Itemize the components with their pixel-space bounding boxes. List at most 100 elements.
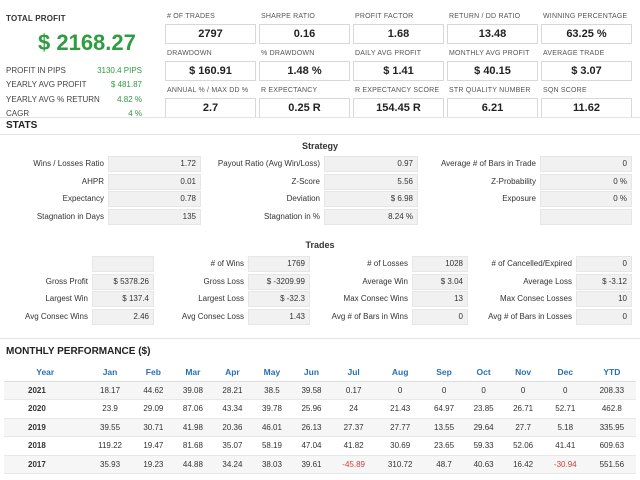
kpi-card: # OF TRADES 2797 (165, 9, 256, 44)
month-value-cell: 0 (542, 381, 588, 400)
column-header: Oct (463, 363, 504, 382)
kpi-card: MONTHLY AVG PROFIT $ 40.15 (447, 46, 538, 81)
kpi-label: MONTHLY AVG PROFIT (449, 50, 530, 57)
strategy-stat-label: Z-Probability (491, 176, 536, 186)
trades-stat-label: # of Wins (210, 259, 244, 268)
month-value-cell: 0 (376, 381, 425, 400)
profit-detail-label: PROFIT IN PIPS (6, 65, 66, 75)
month-value-cell: 462.8 (587, 399, 636, 419)
kpi-label: % DRAWDOWN (261, 50, 315, 57)
kpi-label: WINNING PERCENTAGE (543, 13, 628, 20)
strategy-stat-value: 0.78 (108, 191, 201, 207)
month-value-cell: 29.09 (133, 399, 174, 419)
month-value-cell: 41.41 (542, 436, 588, 456)
stats-title: STATS (6, 120, 38, 131)
month-value-cell: 58.19 (252, 436, 292, 456)
trades-stat-label: Avg Consec Loss (181, 311, 244, 321)
profit-detail-label: YEARLY AVG % RETURN (6, 94, 100, 104)
trades-stat-value: $ -3.12 (576, 273, 632, 290)
month-value-cell: 35.07 (212, 436, 253, 456)
year-cell: 2019 (4, 418, 87, 437)
profit-detail-row: YEARLY AVG % RETURN 4.82 % (6, 92, 142, 107)
kpi-label: ANNUAL % / MAX DD % (167, 87, 249, 94)
kpi-value: 0.16 (259, 24, 350, 44)
kpi-card: R EXPECTANCY 0.25 R (259, 83, 350, 118)
kpi-value: 1.68 (353, 24, 444, 44)
month-value-cell: 18.17 (86, 381, 134, 400)
kpi-value: 2.7 (165, 98, 256, 118)
month-value-cell: 64.97 (424, 399, 464, 419)
strategy-stat-label: Deviation (286, 194, 320, 203)
month-value-cell: -30.94 (542, 455, 588, 474)
strategy-stat-label: Z-Score (291, 176, 320, 186)
trades-stat-label: # of Losses (367, 259, 408, 268)
kpi-card: % DRAWDOWN 1.48 % (259, 46, 350, 81)
year-cell: 2018 (4, 436, 87, 456)
strategy-stat-label: Wins / Losses Ratio (33, 159, 104, 168)
kpi-card: STR QUALITY NUMBER 6.21 (447, 83, 538, 118)
month-value-cell: 21.43 (376, 399, 425, 419)
kpi-value: 11.62 (541, 98, 632, 118)
trades-stat-label: Max Consec Losses (499, 294, 572, 303)
month-value-cell: 46.01 (252, 418, 292, 437)
kpi-card: RETURN / DD RATIO 13.48 (447, 9, 538, 44)
profit-detail-row: CAGR 4 % (6, 107, 142, 122)
strategy-stat-value: 0.97 (324, 156, 418, 172)
month-value-cell: 16.42 (503, 455, 543, 474)
column-header: May (252, 363, 292, 382)
month-value-cell: 43.34 (212, 399, 253, 419)
month-value-cell: 0 (503, 381, 543, 400)
total-profit-label: TOTAL PROFIT (6, 14, 66, 23)
kpi-label: # OF TRADES (167, 13, 215, 20)
month-value-cell: 30.71 (133, 418, 174, 437)
month-value-cell: 0.17 (331, 381, 377, 400)
kpi-card: DRAWDOWN $ 160.91 (165, 46, 256, 81)
month-value-cell: 29.64 (463, 418, 504, 437)
month-value-cell: 13.55 (424, 418, 464, 437)
kpi-label: PROFIT FACTOR (355, 13, 414, 20)
trades-stat-value: $ 3.04 (412, 273, 468, 290)
kpi-card: DAILY AVG PROFIT $ 1.41 (353, 46, 444, 81)
month-value-cell: 23.9 (86, 399, 134, 419)
table-row: 2021 18.17 44.62 39.08 28.21 38.5 39.58 0.17 0 0 0… (4, 381, 636, 400)
table-row: 2020 23.9 29.09 87.06 43.34 39.78 25.96 24 21.43… (4, 399, 636, 419)
trades-stat-value (92, 256, 154, 272)
month-value-cell: 27.37 (331, 418, 377, 437)
trades-stat-value: 1769 (248, 256, 310, 272)
strategy-stat-value: 0 (540, 156, 632, 172)
kpi-value: 6.21 (447, 98, 538, 118)
month-value-cell: 44.62 (133, 381, 174, 400)
trades-stat-label: Avg # of Bars in Losses (488, 311, 572, 321)
kpi-value: 2797 (165, 24, 256, 44)
strategy-stat-label: Expectancy (62, 194, 104, 203)
divider (0, 338, 640, 339)
trades-title: Trades (305, 240, 335, 250)
trades-stat-value: $ 5378.26 (92, 273, 154, 290)
month-value-cell: 81.68 (173, 436, 213, 456)
month-value-cell: 39.55 (86, 418, 134, 437)
year-cell: 2020 (4, 399, 87, 419)
trades-stat-value: 13 (412, 291, 468, 307)
strategy-stat-label: Exposure (502, 194, 536, 203)
profit-detail-value: 3130.4 PIPS (97, 65, 142, 75)
kpi-value: $ 3.07 (541, 61, 632, 81)
trades-stat-label: Largest Win (45, 294, 88, 303)
kpi-label: RETURN / DD RATIO (449, 13, 521, 20)
trades-stat-label: Max Consec Wins (343, 294, 408, 303)
month-value-cell: 551.56 (587, 455, 636, 474)
trades-stat-label: Average Loss (523, 276, 572, 286)
column-header: Feb (133, 363, 174, 382)
monthly-performance-title: MONTHLY PERFORMANCE ($) (6, 346, 151, 357)
month-value-cell: 5.18 (542, 418, 588, 437)
table-body: 2021 18.17 44.62 39.08 28.21 38.5 39.58 0.17 0 0 0… (4, 381, 636, 474)
profit-detail-row: YEARLY AVG PROFIT $ 481.87 (6, 78, 142, 93)
month-value-cell: 0 (424, 381, 464, 400)
month-value-cell: 38.5 (252, 381, 292, 400)
kpi-value: 63.25 % (541, 24, 632, 44)
month-value-cell: 0 (463, 381, 504, 400)
month-value-cell: 41.82 (331, 436, 377, 456)
profit-detail-value: $ 481.87 (110, 80, 142, 90)
month-value-cell: 335.95 (587, 418, 636, 437)
month-value-cell: 52.71 (542, 399, 588, 419)
profit-detail-label: YEARLY AVG PROFIT (6, 80, 87, 90)
